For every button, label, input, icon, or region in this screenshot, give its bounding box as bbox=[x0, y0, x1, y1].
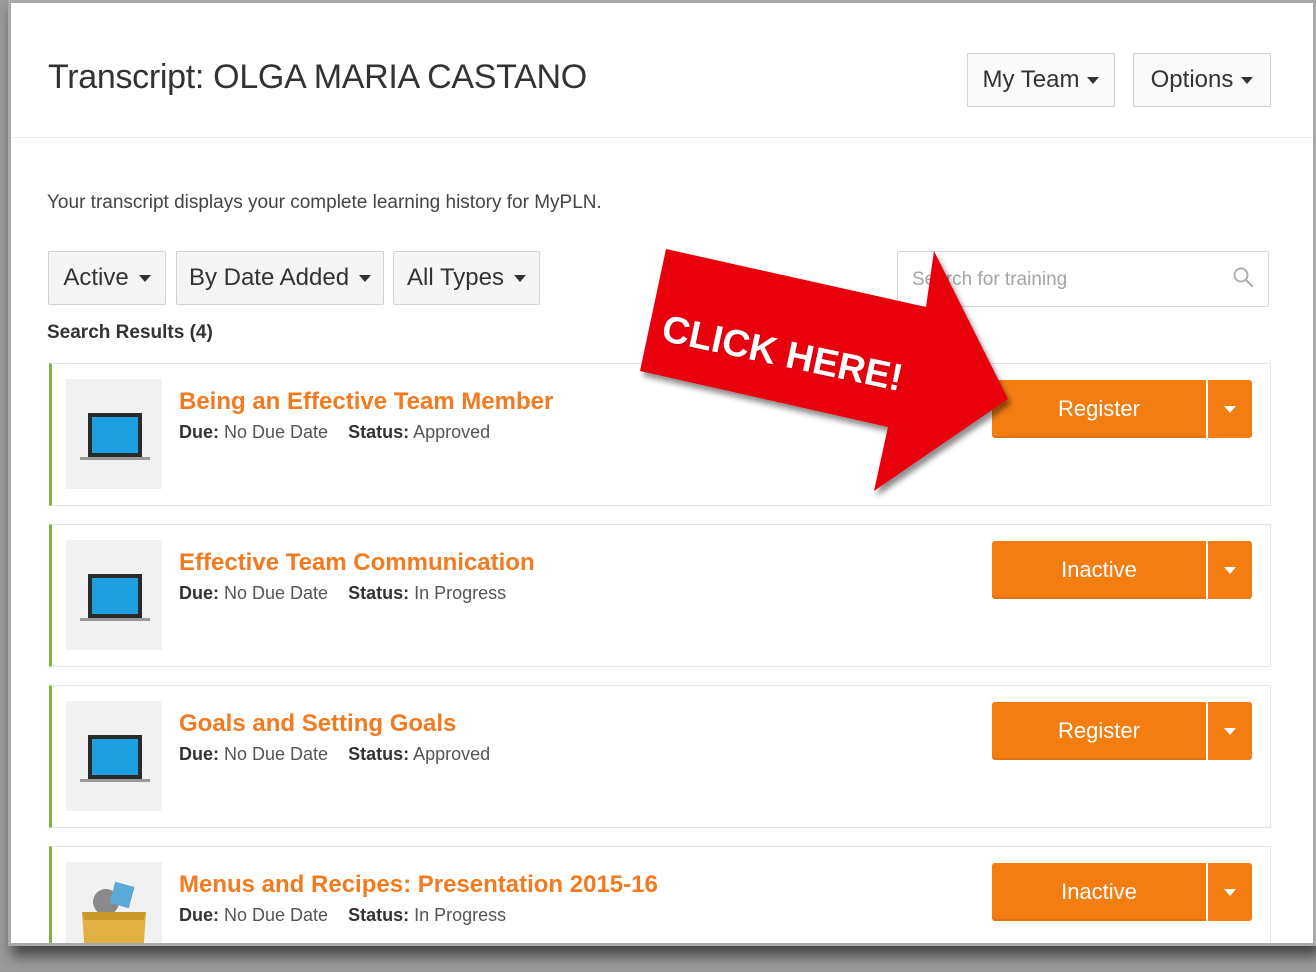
course-meta: Due: No Due Date Status: Approved bbox=[179, 422, 490, 443]
course-thumbnail bbox=[66, 540, 162, 650]
search-icon[interactable] bbox=[1232, 266, 1254, 288]
course-thumbnail bbox=[66, 379, 162, 489]
course-thumbnail bbox=[66, 701, 162, 811]
sort-filter-label: By Date Added bbox=[188, 264, 350, 291]
course-meta: Due: No Due Date Status: In Progress bbox=[179, 583, 506, 604]
course-title-link[interactable]: Goals and Setting Goals bbox=[179, 710, 456, 738]
status-value: In Progress bbox=[414, 583, 507, 603]
my-team-label: My Team bbox=[982, 66, 1080, 93]
search-results-count: Search Results (4) bbox=[47, 322, 213, 343]
transcript-item: Goals and Setting Goals Due: No Due Date… bbox=[49, 685, 1271, 828]
caret-down-icon bbox=[513, 274, 526, 282]
caret-down-icon bbox=[1224, 888, 1236, 896]
caret-down-icon bbox=[138, 274, 151, 282]
transcript-item: Menus and Recipes: Presentation 2015-16 … bbox=[49, 846, 1271, 943]
laptop-icon bbox=[80, 413, 150, 460]
inactive-button[interactable]: Inactive bbox=[992, 541, 1206, 599]
status-filter-dropdown[interactable]: Active bbox=[48, 251, 166, 305]
search-box bbox=[897, 251, 1269, 307]
status-value: Approved bbox=[413, 422, 491, 442]
status-value: In Progress bbox=[414, 905, 507, 925]
course-meta: Due: No Due Date Status: In Progress bbox=[179, 905, 506, 926]
inactive-button[interactable]: Inactive bbox=[992, 863, 1206, 921]
my-team-dropdown[interactable]: My Team bbox=[967, 53, 1115, 107]
status-label: Status: bbox=[348, 583, 410, 603]
due-value: No Due Date bbox=[224, 583, 329, 603]
search-input[interactable] bbox=[910, 262, 1214, 298]
register-button[interactable]: Register bbox=[992, 702, 1206, 760]
caret-down-icon bbox=[1224, 727, 1236, 735]
status-label: Status: bbox=[348, 422, 410, 442]
options-label: Options bbox=[1150, 66, 1234, 93]
type-filter-dropdown[interactable]: All Types bbox=[393, 251, 540, 305]
page-title: Transcript: OLGA MARIA CASTANO bbox=[48, 58, 587, 96]
action-options-dropdown[interactable] bbox=[1208, 702, 1252, 760]
action-options-dropdown[interactable] bbox=[1208, 380, 1252, 438]
status-label: Status: bbox=[348, 744, 410, 764]
caret-down-icon bbox=[1224, 566, 1236, 574]
status-value: Approved bbox=[413, 744, 491, 764]
sort-filter-dropdown[interactable]: By Date Added bbox=[176, 251, 384, 305]
transcript-item: Being an Effective Team Member Due: No D… bbox=[49, 363, 1271, 506]
register-button[interactable]: Register bbox=[992, 380, 1206, 438]
page-header: Transcript: OLGA MARIA CASTANO My Team O… bbox=[11, 3, 1313, 138]
due-label: Due: bbox=[179, 744, 219, 764]
transcript-item: Effective Team Communication Due: No Due… bbox=[49, 524, 1271, 667]
laptop-icon bbox=[80, 574, 150, 621]
course-meta: Due: No Due Date Status: Approved bbox=[179, 744, 490, 765]
options-dropdown[interactable]: Options bbox=[1133, 53, 1271, 107]
course-thumbnail bbox=[66, 862, 162, 943]
due-value: No Due Date bbox=[224, 905, 329, 925]
type-filter-label: All Types bbox=[407, 264, 504, 291]
caret-down-icon bbox=[1224, 405, 1236, 413]
status-label: Status: bbox=[348, 905, 410, 925]
course-title-link[interactable]: Menus and Recipes: Presentation 2015-16 bbox=[179, 871, 658, 899]
due-label: Due: bbox=[179, 422, 219, 442]
material-package-icon bbox=[82, 881, 146, 943]
due-label: Due: bbox=[179, 905, 219, 925]
action-options-dropdown[interactable] bbox=[1208, 863, 1252, 921]
due-value: No Due Date bbox=[224, 744, 329, 764]
caret-down-icon bbox=[1087, 76, 1100, 84]
due-label: Due: bbox=[179, 583, 219, 603]
transcript-window: Transcript: OLGA MARIA CASTANO My Team O… bbox=[8, 0, 1316, 946]
laptop-icon bbox=[80, 735, 150, 782]
due-value: No Due Date bbox=[224, 422, 329, 442]
action-options-dropdown[interactable] bbox=[1208, 541, 1252, 599]
course-title-link[interactable]: Being an Effective Team Member bbox=[179, 388, 553, 416]
status-filter-label: Active bbox=[63, 264, 129, 291]
page-description: Your transcript displays your complete l… bbox=[47, 192, 602, 213]
caret-down-icon bbox=[359, 274, 372, 282]
course-title-link[interactable]: Effective Team Communication bbox=[179, 549, 535, 577]
caret-down-icon bbox=[1241, 76, 1254, 84]
